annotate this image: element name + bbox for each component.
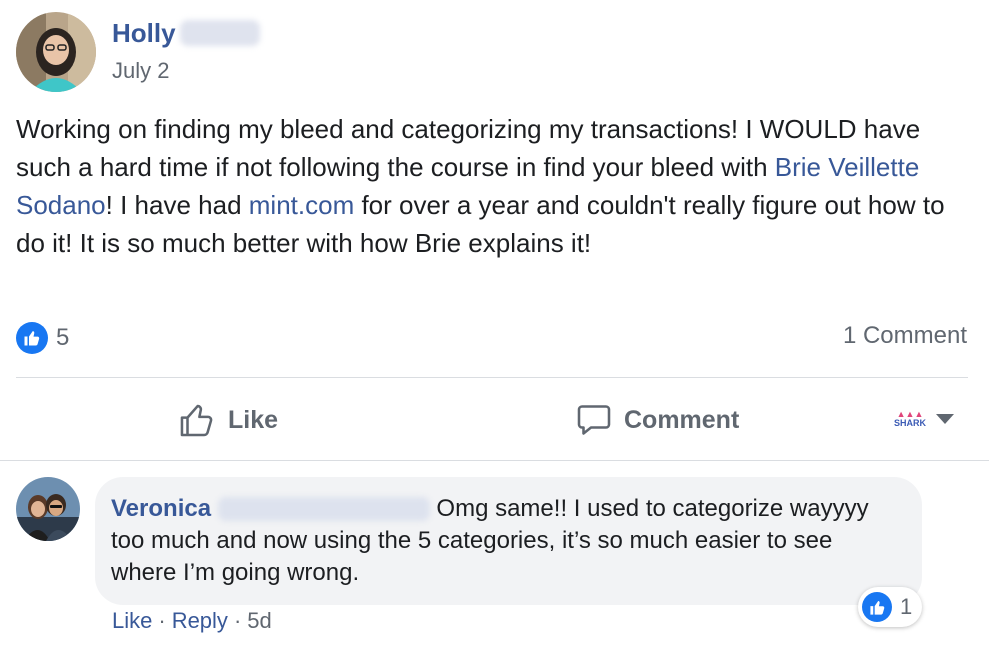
comment-actions: Like · Reply · 5d <box>112 608 272 634</box>
post-author: Holly <box>112 16 260 50</box>
post-text: Working on finding my bleed and categori… <box>16 110 971 262</box>
post-author-name[interactable]: Holly <box>112 18 176 49</box>
separator: · <box>158 608 166 633</box>
speech-bubble-icon <box>577 405 611 435</box>
comment-like-link[interactable]: Like <box>112 608 152 634</box>
like-button-label: Like <box>228 405 279 434</box>
reaction-summary[interactable]: 5 <box>16 320 69 356</box>
caret-down-icon <box>936 414 955 424</box>
comment-reply-link[interactable]: Reply <box>172 608 228 634</box>
like-button[interactable]: Like <box>178 398 278 442</box>
comment-reaction-count: 1 <box>900 594 913 619</box>
separator: · <box>233 608 242 633</box>
comment-reaction-badge[interactable]: 1 <box>858 587 923 627</box>
commenter-avatar[interactable] <box>16 477 80 541</box>
author-photo <box>16 12 96 92</box>
author-avatar[interactable] <box>16 12 96 92</box>
comment-bubble: Veronica Omg same!! I used to categorize… <box>95 477 922 605</box>
profile-selector[interactable]: ▲▲▲ SHARK <box>894 404 955 434</box>
comment-age[interactable]: 5d <box>247 608 271 634</box>
like-count: 5 <box>56 324 70 351</box>
thumbs-up-icon <box>862 592 892 622</box>
comment-count[interactable]: 1 Comment <box>843 322 967 350</box>
comment-author-name[interactable]: Veronica <box>111 495 211 522</box>
divider <box>16 377 968 378</box>
redacted-surname <box>179 20 260 46</box>
page-logo-text: SHARK <box>894 418 927 428</box>
thumbs-up-outline-icon <box>180 404 213 437</box>
commenter-photo <box>16 477 80 541</box>
page-logo: ▲▲▲ SHARK <box>894 409 927 428</box>
redacted-surname <box>217 497 430 521</box>
comment-button-label: Comment <box>624 405 740 434</box>
thumbs-up-icon <box>16 322 48 354</box>
post-text-part: ! I have had <box>105 190 249 220</box>
comment-button[interactable]: Comment <box>576 398 739 442</box>
external-link[interactable]: mint.com <box>249 190 354 220</box>
divider <box>0 460 989 461</box>
comment-body: Veronica Omg same!! I used to categorize… <box>111 493 904 589</box>
post-date[interactable]: July 2 <box>112 58 169 84</box>
